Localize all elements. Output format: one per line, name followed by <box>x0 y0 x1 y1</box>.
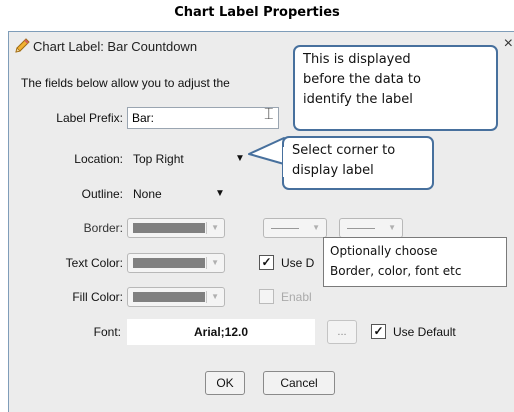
optional-callout-line: Optionally choose <box>330 244 438 258</box>
line-width-icon <box>347 228 375 229</box>
corner-callout: Select corner to display label <box>282 136 434 190</box>
caret-down-icon: ▼ <box>211 292 219 301</box>
pointer-mask <box>283 147 287 177</box>
prefix-callout: This is displayed before the data to ide… <box>293 45 498 131</box>
cancel-button[interactable]: Cancel <box>263 371 335 395</box>
page-title: Chart Label Properties <box>174 5 340 20</box>
text-color-picker[interactable]: ▼ <box>127 253 225 273</box>
text-color-label: Text Color: <box>65 256 123 270</box>
label-prefix-value: Bar: <box>132 111 155 125</box>
separator <box>206 257 207 269</box>
prefix-callout-line: before the data to <box>303 72 421 87</box>
outline-label: Outline: <box>81 187 123 201</box>
caret-down-icon: ▼ <box>388 223 396 232</box>
fill-color-enable-checkbox[interactable] <box>259 289 274 304</box>
corner-callout-line: display label <box>292 163 374 178</box>
font-use-default-checkbox[interactable]: ✓ <box>371 324 386 339</box>
separator <box>206 222 207 234</box>
caret-down-icon: ▼ <box>312 223 320 232</box>
label-prefix-input[interactable]: Bar: <box>127 107 279 129</box>
fill-color-label: Fill Color: <box>72 290 123 304</box>
line-style-icon <box>271 228 299 229</box>
optional-callout: Optionally choose Border, color, font et… <box>323 237 507 287</box>
text-color-use-default-label: Use D <box>281 256 315 270</box>
location-caret-down-icon[interactable]: ▼ <box>235 153 245 164</box>
ok-button[interactable]: OK <box>205 371 245 395</box>
separator <box>206 291 207 303</box>
outline-value: None <box>133 187 162 201</box>
border-label: Border: <box>83 221 123 235</box>
text-color-swatch <box>133 258 205 268</box>
dialog-description: The fields below allow you to adjust the <box>21 76 230 90</box>
text-cursor-icon: ⌶ <box>264 106 274 123</box>
close-icon[interactable]: × <box>504 35 513 53</box>
optional-callout-line: Border, color, font etc <box>330 264 462 278</box>
border-color-picker[interactable]: ▼ <box>127 218 225 238</box>
label-prefix-label: Label Prefix: <box>56 111 123 125</box>
caret-down-icon: ▼ <box>211 223 219 232</box>
border-style-select[interactable]: ▼ <box>263 218 327 238</box>
font-display[interactable]: Arial;12.0 <box>127 319 315 345</box>
caret-down-icon: ▼ <box>211 258 219 267</box>
pencil-icon <box>13 37 31 55</box>
fill-color-picker[interactable]: ▼ <box>127 287 225 307</box>
font-label: Font: <box>93 325 121 339</box>
font-use-default-label: Use Default <box>393 325 456 339</box>
border-color-swatch <box>133 223 205 233</box>
text-color-use-default-checkbox[interactable]: ✓ <box>259 255 274 270</box>
location-value: Top Right <box>133 152 184 166</box>
font-browse-button[interactable]: ... <box>327 320 357 344</box>
fill-color-swatch <box>133 292 205 302</box>
dialog-title: Chart Label: Bar Countdown <box>33 39 198 54</box>
fill-color-enable-label: Enabl <box>281 290 312 304</box>
location-label: Location: <box>74 152 123 166</box>
prefix-callout-line: identify the label <box>303 92 413 107</box>
border-width-select[interactable]: ▼ <box>339 218 403 238</box>
corner-callout-line: Select corner to <box>292 143 396 158</box>
outline-caret-down-icon[interactable]: ▼ <box>215 188 225 199</box>
prefix-callout-line: This is displayed <box>303 52 411 67</box>
